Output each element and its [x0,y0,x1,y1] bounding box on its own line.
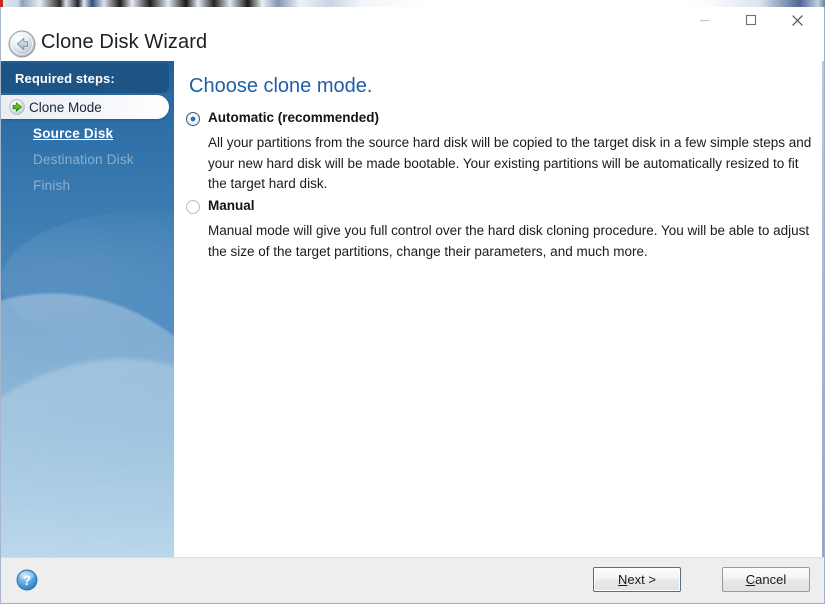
window-title: Clone Disk Wizard [41,31,208,53]
clone-mode-option-automatic[interactable]: Automatic (recommended) All your partiti… [186,110,814,195]
desktop-background-strip [0,0,825,7]
sidebar-item-label: Destination Disk [33,151,134,167]
close-button[interactable] [774,5,820,35]
sidebar-item-label: Finish [33,177,71,193]
maximize-button[interactable] [728,5,774,35]
required-steps-header: Required steps: [1,63,169,93]
window-content: Required steps: Clone Mode Source Disk D… [1,61,824,603]
option-header-row[interactable]: Manual [186,198,814,214]
dialog-footer: ? Next > Cancel [1,557,824,603]
clone-mode-option-manual[interactable]: Manual Manual mode will give you full co… [186,198,814,262]
radio-manual[interactable] [186,200,200,214]
next-label-suffix: ext > [627,572,656,587]
minimize-button[interactable] [682,5,728,35]
sidebar-item-clone-mode[interactable]: Clone Mode [1,95,169,119]
next-button-label: Next > [618,572,656,587]
sidebar-item-finish: Finish [1,173,169,197]
main-panel: Choose clone mode. Automatic (recommende… [174,61,824,557]
clone-disk-wizard-window: Clone Disk Wizard Required steps: Clone … [0,5,825,604]
sidebar-item-label: Source Disk [33,125,114,141]
option-description: All your partitions from the source hard… [208,135,812,191]
required-steps-label: Required steps: [15,70,115,86]
sidebar-item-destination-disk: Destination Disk [1,147,169,171]
svg-text:?: ? [23,573,31,588]
radio-automatic[interactable] [186,112,200,126]
help-question-icon[interactable]: ? [14,567,40,593]
option-label: Manual [208,198,255,213]
green-arrow-icon [9,99,25,115]
window-right-edge [822,61,824,603]
cancel-button-label: Cancel [746,572,786,587]
wizard-steps-sidebar: Required steps: Clone Mode Source Disk D… [1,61,174,557]
sidebar-item-source-disk[interactable]: Source Disk [1,121,169,145]
sidebar-item-label: Clone Mode [29,99,102,115]
page-title: Choose clone mode. [189,75,373,97]
option-label: Automatic (recommended) [208,110,380,125]
cancel-accel-key: C [745,572,756,587]
back-arrow-disc-icon [7,29,37,59]
cancel-label-suffix: ancel [755,572,787,587]
option-header-row[interactable]: Automatic (recommended) [186,110,814,126]
next-button[interactable]: Next > [593,567,681,592]
option-description: Manual mode will give you full control o… [208,223,810,259]
next-accel-key: N [618,572,628,587]
window-titlebar: Clone Disk Wizard [1,5,824,61]
cancel-button[interactable]: Cancel [722,567,810,592]
